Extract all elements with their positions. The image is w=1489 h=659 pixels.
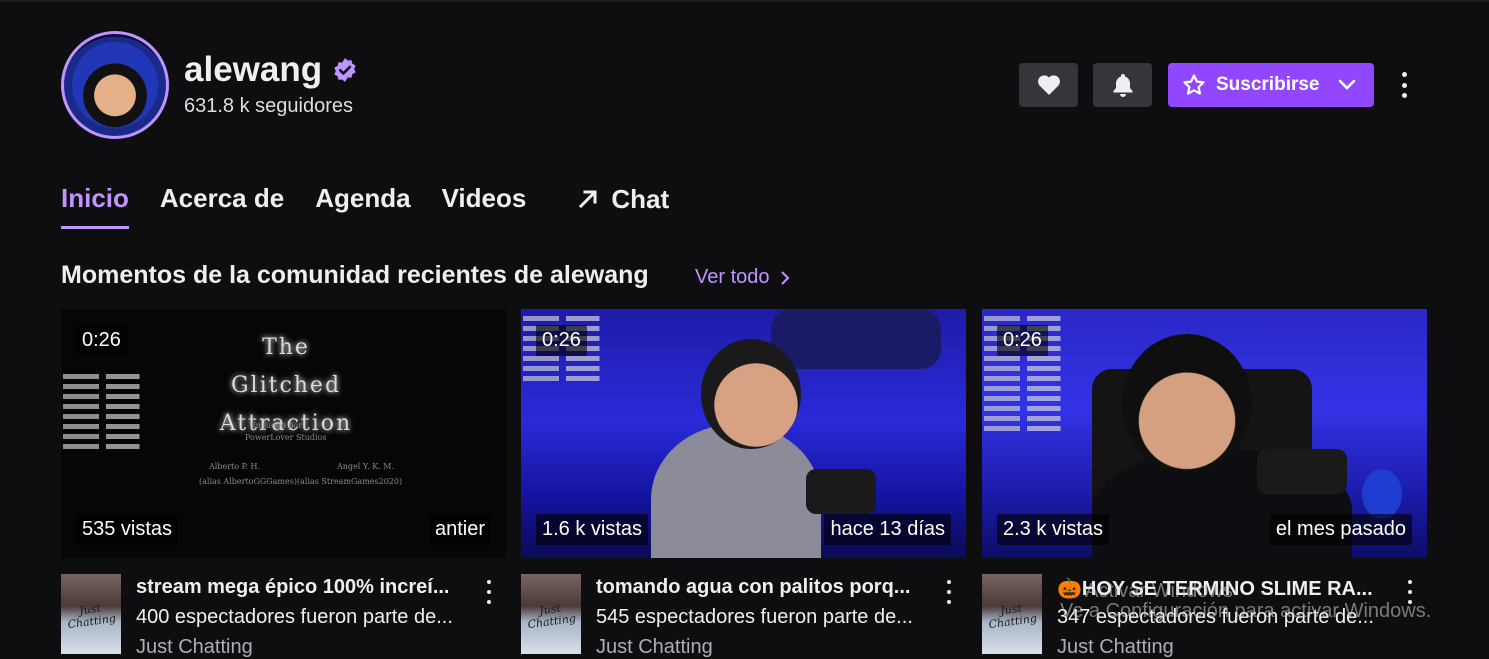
clip-more-button[interactable]	[484, 580, 494, 604]
clip-date: el mes pasado	[1269, 514, 1412, 545]
clip-views: 1.6 k vistas	[536, 514, 649, 545]
tab-chat-label: Chat	[611, 183, 670, 214]
clip-subtitle: 400 espectadores fueron parte de...	[136, 606, 453, 628]
microphone	[806, 469, 876, 514]
subscribe-label: Suscribirse	[1216, 74, 1320, 95]
watermark-line-2: Ve a Configuración para activar Windows.	[1060, 600, 1432, 622]
notifications-button[interactable]	[1093, 63, 1152, 107]
clip-category[interactable]: Just Chatting	[136, 636, 253, 659]
tab-videos[interactable]: Videos	[442, 183, 527, 229]
microphone	[1257, 449, 1347, 494]
verified-badge-icon	[334, 58, 356, 82]
subscribe-button[interactable]: Suscribirse	[1168, 63, 1374, 107]
clip-subtitle: 545 espectadores fueron parte de...	[596, 606, 913, 628]
tab-chat[interactable]: Chat	[577, 183, 669, 215]
clip-thumbnail[interactable]: 0:26 1.6 k vistas hace 13 días	[521, 309, 966, 558]
category-thumbnail[interactable]: Just Chatting	[982, 574, 1042, 654]
channel-name-row: alewang	[184, 50, 358, 90]
see-all-link[interactable]: Ver todo	[695, 266, 790, 289]
clip-duration: 0:26	[536, 325, 587, 356]
clip-title[interactable]: stream mega épico 100% increí...	[136, 576, 450, 599]
more-options-button[interactable]	[1393, 70, 1415, 100]
windows-activation-watermark: Activar Windows Ve a Configuración para …	[1060, 575, 1456, 639]
clip-views: 535 vistas	[76, 514, 179, 545]
follow-button[interactable]	[1019, 63, 1078, 107]
clip-card[interactable]: The Glitched Attraction Un juego por Pow…	[61, 309, 506, 658]
streamer-head	[701, 339, 801, 449]
external-arrow-icon	[579, 190, 597, 209]
channel-name[interactable]: alewang	[184, 50, 322, 90]
chevron-right-icon	[780, 270, 789, 285]
chat-overlay	[63, 369, 153, 454]
tab-acerca-de[interactable]: Acerca de	[160, 183, 284, 229]
tab-agenda[interactable]: Agenda	[315, 183, 410, 229]
clip-title[interactable]: tomando agua con palitos porq...	[596, 576, 910, 599]
star-icon	[1183, 74, 1205, 95]
clip-thumbnail[interactable]: The Glitched Attraction Un juego por Pow…	[61, 309, 506, 558]
clip-thumbnail[interactable]: 0:26 2.3 k vistas el mes pasado	[982, 309, 1427, 558]
clip-meta: Just Chatting stream mega épico 100% inc…	[61, 574, 506, 658]
channel-tabs: Inicio Acerca de Agenda Videos Chat	[61, 183, 700, 229]
clip-date: hace 13 días	[824, 514, 951, 545]
clip-date: antier	[428, 514, 491, 545]
streamer-head	[1122, 334, 1252, 474]
clip-more-button[interactable]	[944, 580, 954, 604]
clip-category[interactable]: Just Chatting	[1057, 636, 1174, 659]
category-thumbnail[interactable]: Just Chatting	[521, 574, 581, 654]
top-divider	[0, 0, 1489, 2]
follower-count: 631.8 k seguidores	[184, 95, 354, 117]
channel-avatar[interactable]	[61, 31, 169, 139]
clip-card[interactable]: 0:26 1.6 k vistas hace 13 días Just Chat…	[521, 309, 966, 658]
chevron-down-icon[interactable]	[1338, 79, 1356, 91]
see-all-label: Ver todo	[695, 266, 770, 288]
tab-inicio[interactable]: Inicio	[61, 183, 129, 229]
section-title: Momentos de la comunidad recientes de al…	[61, 261, 649, 289]
clip-meta: Just Chatting tomando agua con palitos p…	[521, 574, 966, 658]
clip-views: 2.3 k vistas	[997, 514, 1110, 545]
bell-icon	[1113, 74, 1132, 97]
clip-duration: 0:26	[76, 325, 127, 356]
plush-toy	[1362, 469, 1402, 519]
clip-category[interactable]: Just Chatting	[596, 636, 713, 659]
category-thumbnail[interactable]: Just Chatting	[61, 574, 121, 654]
heart-icon	[1037, 75, 1060, 95]
chair-decoration	[771, 309, 941, 369]
clip-duration: 0:26	[997, 325, 1048, 356]
